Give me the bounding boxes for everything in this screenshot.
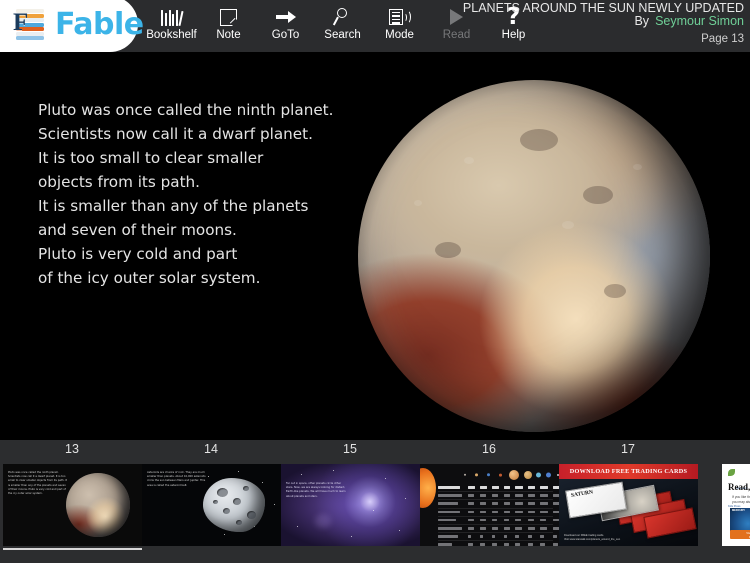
toolbar-label-bookshelf: Bookshelf	[146, 29, 197, 41]
toolbar-button-mode[interactable]: Mode	[371, 0, 428, 52]
logo-letter: F	[13, 9, 29, 36]
book-byline: By Seymour Simon	[634, 14, 744, 28]
thumbnail-preview-text: Asteroids are chunks of rock. They are m…	[147, 471, 206, 487]
toolbar-button-bookshelf[interactable]: Bookshelf	[143, 0, 200, 52]
thumbnail-footnote: Download our FREE trading cards. Visit ww…	[564, 534, 621, 541]
ad-visit-button[interactable]: Visit NowMore	[730, 530, 750, 539]
toolbar-label-search: Search	[324, 29, 361, 41]
thumbnail-page-16[interactable]	[420, 464, 559, 546]
toolbar-button-goto[interactable]: GoTo	[257, 0, 314, 52]
page-line: Pluto is very cold and part	[38, 245, 238, 263]
page-line: of the icy outer solar system.	[38, 269, 261, 287]
page-line: Pluto was once called the ninth planet.	[38, 101, 334, 119]
toolbar-button-search[interactable]: Search	[314, 0, 371, 52]
toolbar-label-note: Note	[216, 29, 241, 41]
thumbnail-number-16: 16	[482, 442, 496, 456]
thumbnail-page-17[interactable]: DOWNLOAD FREE TRADING CARDS SATURN Downl…	[559, 464, 698, 546]
thumbnail-preview-text: Pluto was once called the ninth planet. …	[8, 471, 68, 496]
top-toolbar: F Fable Bookshelf Note GoTo Search Mode …	[0, 0, 750, 52]
audio-mode-icon	[388, 6, 411, 28]
planet-data-table	[438, 484, 559, 546]
planet-row-icons	[464, 469, 559, 481]
page-thumbnail-strip[interactable]: 13 14 15 16 17 Pluto was once called the…	[0, 440, 750, 563]
page-line: It is too small to clear smaller	[38, 149, 264, 167]
book-stack-icon: F	[13, 7, 48, 41]
toolbar-label-mode: Mode	[385, 29, 414, 41]
trading-card-title: SATURN	[570, 489, 594, 499]
page-line: Scientists now call it a dwarf planet.	[38, 125, 313, 143]
thumbnail-number-15: 15	[343, 442, 357, 456]
pluto-sphere	[358, 80, 710, 432]
by-label: By	[634, 14, 650, 28]
thumbnail-page-numbers: 13 14 15 16 17	[0, 440, 750, 460]
thumbnail-asteroid-image	[203, 478, 265, 532]
pluto-photograph	[352, 70, 722, 436]
page-indicator: Page 13	[701, 33, 744, 45]
thumbnail-banner: DOWNLOAD FREE TRADING CARDS	[559, 464, 698, 479]
thumbnail-page-ad[interactable]: Scholastic Kids Press Read, If you like t…	[722, 464, 750, 546]
ad-subtext: If you like this bookyou may also like	[732, 495, 750, 504]
search-icon	[332, 6, 352, 28]
toolbar-label-help: Help	[501, 29, 526, 41]
thumbnail-pluto-image	[66, 473, 130, 537]
thumbnail-selected-indicator	[3, 548, 142, 550]
page-content: Pluto was once called the ninth planet. …	[0, 52, 750, 440]
play-icon	[450, 6, 463, 28]
arrow-right-icon	[275, 6, 296, 28]
thumbnail-number-17: 17	[621, 442, 635, 456]
page-line: objects from its path.	[38, 173, 200, 191]
ad-heading: Read,	[728, 482, 750, 492]
thumbnail-page-13[interactable]: Pluto was once called the ninth planet. …	[3, 464, 142, 546]
book-author: Seymour Simon	[655, 14, 744, 28]
publisher-logo-icon: Scholastic Kids Press	[728, 469, 748, 508]
fable-reader-window: F Fable Bookshelf Note GoTo Search Mode …	[0, 0, 750, 563]
bookshelf-icon	[161, 6, 184, 28]
page-body-text: Pluto was once called the ninth planet. …	[38, 98, 348, 290]
thumbnail-preview-text: Far out in space, other planets circle o…	[286, 482, 346, 498]
sun-icon	[420, 468, 436, 508]
page-line: It is smaller than any of the planets	[38, 197, 309, 215]
thumbnail-page-14[interactable]: Asteroids are chunks of rock. They are m…	[142, 464, 281, 546]
page-line: and seven of their moons.	[38, 221, 237, 239]
thumbnail-number-14: 14	[204, 442, 218, 456]
thumbnail-page-15[interactable]: Far out in space, other planets circle o…	[281, 464, 420, 546]
toolbar-label-goto: GoTo	[271, 29, 300, 41]
cover-caption: MERCURY	[732, 509, 746, 512]
app-logo[interactable]: F Fable	[0, 0, 144, 52]
brand-name: Fable	[55, 6, 144, 42]
toolbar-label-read: Read	[442, 29, 471, 41]
note-icon	[220, 6, 237, 28]
thumbnail-number-13: 13	[65, 442, 79, 456]
book-cover-image: MERCURY	[730, 508, 750, 532]
toolbar-button-note[interactable]: Note	[200, 0, 257, 52]
